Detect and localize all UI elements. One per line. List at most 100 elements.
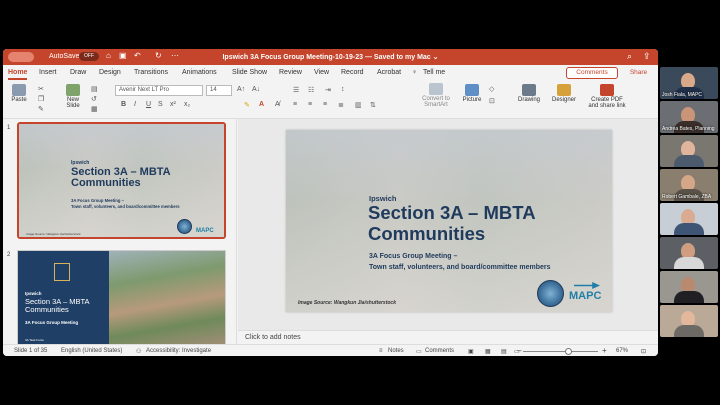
- share-button[interactable]: Share: [622, 67, 655, 79]
- current-slide[interactable]: Ipswich Section 3A – MBTA Communities 3A…: [286, 130, 612, 312]
- subscript-icon[interactable]: x₂: [184, 101, 190, 108]
- picture-button[interactable]: Picture: [459, 84, 485, 103]
- cut-icon[interactable]: ✂: [38, 85, 44, 93]
- justify-icon[interactable]: ≣: [338, 101, 344, 109]
- tab-review[interactable]: Review: [279, 69, 302, 76]
- shapes-icon[interactable]: ◇: [489, 85, 494, 93]
- line-spacing-icon[interactable]: ↕: [341, 86, 345, 93]
- slide-thumbnail-1[interactable]: Ipswich Section 3A – MBTA Communities 3A…: [17, 122, 226, 239]
- participant-tile[interactable]: [660, 237, 718, 269]
- accessibility-icon: ⚇: [136, 349, 142, 355]
- text-direction-icon[interactable]: ⇅: [370, 101, 376, 109]
- slide-subtitle-1[interactable]: 3A Focus Group Meeting –: [369, 252, 457, 261]
- font-size-select[interactable]: 14: [206, 85, 232, 96]
- participant-tile[interactable]: Robert Gambale, ZBA: [660, 169, 718, 201]
- tab-transitions[interactable]: Transitions: [134, 69, 168, 76]
- participant-tile[interactable]: [660, 203, 718, 235]
- bold-icon[interactable]: B: [121, 101, 126, 108]
- bullets-icon[interactable]: ☰: [293, 86, 299, 94]
- underline-icon[interactable]: U: [146, 101, 151, 108]
- document-title[interactable]: Ipswich 3A Focus Group Meeting-10-19-23 …: [3, 53, 658, 61]
- participant-tile[interactable]: [660, 305, 718, 337]
- normal-view-icon[interactable]: ▣: [468, 348, 474, 355]
- slide-title-line1[interactable]: Section 3A – MBTA: [368, 203, 536, 223]
- slide-thumbnail-2[interactable]: Ipswich Section 3A – MBTA Communities 3A…: [17, 250, 226, 345]
- designer-button[interactable]: Designer: [549, 84, 579, 103]
- zoom-slider[interactable]: [523, 351, 598, 352]
- create-pdf-label: Create PDF and share link: [588, 97, 626, 110]
- tab-record[interactable]: Record: [341, 69, 364, 76]
- new-slide-button[interactable]: New Slide: [61, 84, 85, 110]
- search-icon[interactable]: ⌕: [627, 51, 632, 62]
- notes-icon: ≡: [379, 348, 383, 354]
- designer-label: Designer: [551, 97, 576, 103]
- paste-button[interactable]: Paste: [9, 84, 29, 103]
- shrink-font-icon[interactable]: A↓: [252, 86, 260, 93]
- tab-animations[interactable]: Animations: [182, 69, 217, 76]
- participant-tile[interactable]: [660, 135, 718, 167]
- zoom-in-icon[interactable]: +: [602, 346, 607, 355]
- slide-subtitle-2[interactable]: Town staff, volunteers, and board/commit…: [369, 263, 551, 272]
- tab-design[interactable]: Design: [99, 69, 121, 76]
- tell-me-search[interactable]: Tell me: [423, 69, 445, 76]
- font-name-select[interactable]: Avenir Next LT Pro: [115, 85, 203, 96]
- tab-draw[interactable]: Draw: [70, 69, 86, 76]
- zoom-level[interactable]: 67%: [616, 348, 628, 354]
- tab-view[interactable]: View: [314, 69, 329, 76]
- tab-acrobat[interactable]: Acrobat: [377, 69, 401, 76]
- ipswich-seal: [537, 280, 564, 307]
- font-color-icon[interactable]: A: [259, 101, 264, 108]
- layout-icon[interactable]: ▤: [91, 85, 98, 93]
- slide-editor[interactable]: Ipswich Section 3A – MBTA Communities 3A…: [238, 119, 658, 330]
- participant-name: Robert Gambale, ZBA: [662, 194, 712, 200]
- format-painter-icon[interactable]: ✎: [38, 105, 44, 113]
- comments-toggle[interactable]: Comments: [425, 348, 454, 354]
- grow-font-icon[interactable]: A↑: [237, 86, 245, 93]
- accessibility-status[interactable]: Accessibility: Investigate: [146, 348, 211, 354]
- participant-tile[interactable]: Andrea Bates, Planning: [660, 101, 718, 133]
- town-logo: [54, 263, 70, 281]
- italic-icon[interactable]: I: [134, 101, 136, 108]
- participant-tile[interactable]: [660, 271, 718, 303]
- indent-icon[interactable]: ⇥: [325, 86, 331, 94]
- mapc-logo: MAPC: [196, 228, 214, 234]
- textbox-icon[interactable]: ⊡: [489, 97, 495, 105]
- superscript-icon[interactable]: x²: [170, 101, 176, 108]
- powerpoint-window: AutoSave OFF ⌂ ▣ ↶ ↻ ⋯ Ipswich 3A Focus …: [3, 49, 658, 356]
- notes-pane[interactable]: Click to add notes: [238, 330, 658, 344]
- fit-slide-icon[interactable]: ⊡: [641, 348, 646, 355]
- strikethrough-icon[interactable]: S: [158, 101, 163, 108]
- language-status[interactable]: English (United States): [61, 348, 122, 354]
- notes-toggle[interactable]: Notes: [388, 348, 404, 354]
- copy-icon[interactable]: ❐: [38, 95, 44, 103]
- slide-image-source[interactable]: Image Source: Wangkun Jia/shutterstock: [298, 300, 396, 306]
- drawing-button[interactable]: Drawing: [515, 84, 543, 103]
- slide-counter: Slide 1 of 35: [14, 348, 48, 354]
- tab-insert[interactable]: Insert: [39, 69, 57, 76]
- aerial-photo: [109, 251, 225, 344]
- align-center-icon[interactable]: ≡: [308, 101, 312, 108]
- share-icon[interactable]: ⇪: [643, 51, 651, 62]
- clear-format-icon[interactable]: A̸: [275, 101, 280, 108]
- sorter-view-icon[interactable]: ▦: [485, 348, 491, 355]
- columns-icon[interactable]: ▥: [355, 101, 362, 109]
- comments-icon: ▭: [416, 349, 422, 355]
- comments-button[interactable]: Comments: [566, 67, 618, 79]
- zoom-slider-handle[interactable]: [565, 348, 572, 355]
- participant-tile[interactable]: Josh Fiala, MAPC: [660, 67, 718, 99]
- title-bar: AutoSave OFF ⌂ ▣ ↶ ↻ ⋯ Ipswich 3A Focus …: [3, 49, 658, 65]
- slide-title-line2[interactable]: Communities: [368, 224, 485, 244]
- highlight-icon[interactable]: ✎: [244, 101, 250, 109]
- reset-icon[interactable]: ↺: [91, 95, 97, 103]
- create-pdf-button[interactable]: Create PDF and share link: [585, 84, 629, 110]
- tab-home[interactable]: Home: [8, 69, 28, 80]
- reading-view-icon[interactable]: ▤: [501, 348, 507, 355]
- zoom-out-icon[interactable]: –: [517, 346, 521, 355]
- numbering-icon[interactable]: ☷: [308, 86, 314, 94]
- convert-smartart-button[interactable]: Convert to SmartArt: [416, 83, 456, 109]
- section-icon[interactable]: ▦: [91, 105, 98, 113]
- clipboard-icon: [12, 84, 26, 96]
- tab-slide-show[interactable]: Slide Show: [232, 69, 267, 76]
- align-left-icon[interactable]: ≡: [293, 101, 297, 108]
- align-right-icon[interactable]: ≡: [323, 101, 327, 108]
